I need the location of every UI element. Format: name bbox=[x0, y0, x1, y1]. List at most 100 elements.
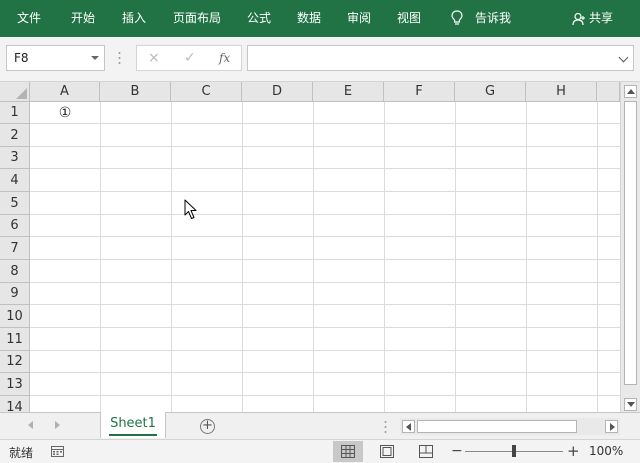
zoom-percentage[interactable]: 100% bbox=[589, 444, 623, 458]
grid-line bbox=[30, 146, 620, 147]
column-header-b[interactable]: B bbox=[100, 82, 171, 102]
macro-record-icon[interactable] bbox=[51, 446, 64, 457]
chevron-down-icon[interactable] bbox=[91, 56, 99, 60]
insert-function-icon[interactable]: fx bbox=[219, 46, 230, 70]
column-header-e[interactable]: E bbox=[313, 82, 384, 102]
column-header-f[interactable]: F bbox=[384, 82, 455, 102]
grid-line bbox=[30, 304, 620, 305]
page-break-view-button[interactable] bbox=[411, 441, 441, 462]
grid-line bbox=[30, 123, 620, 124]
row-header-9[interactable]: 9 bbox=[0, 283, 30, 305]
tab-data[interactable]: 数据 bbox=[297, 0, 321, 37]
tab-home[interactable]: 开始 bbox=[71, 0, 95, 37]
grid-line bbox=[597, 102, 598, 412]
page-layout-view-button[interactable] bbox=[372, 441, 402, 462]
column-header-d[interactable]: D bbox=[242, 82, 313, 102]
share-button[interactable]: 共享 bbox=[572, 0, 613, 37]
vertical-scroll-thumb[interactable] bbox=[624, 101, 637, 385]
grid-line bbox=[30, 191, 620, 192]
row-header-13[interactable]: 13 bbox=[0, 373, 30, 396]
tab-file[interactable]: 文件 bbox=[17, 0, 41, 37]
row-header-6[interactable]: 6 bbox=[0, 215, 30, 237]
sheet-tab-sheet1[interactable]: Sheet1 bbox=[100, 412, 166, 438]
ribbon-tab-bar: 文件 开始 插入 页面布局 公式 数据 审阅 视图 告诉我 共享 bbox=[0, 0, 640, 37]
grid-line bbox=[30, 168, 620, 169]
formula-bar: F8 × ✓ fx bbox=[0, 37, 640, 82]
row-header-5[interactable]: 5 bbox=[0, 192, 30, 215]
add-sheet-icon[interactable]: + bbox=[200, 419, 215, 434]
sheet-prev-icon[interactable] bbox=[28, 421, 33, 429]
tab-view[interactable]: 视图 bbox=[397, 0, 421, 37]
splitter-handle-icon[interactable] bbox=[384, 420, 387, 434]
grid-line bbox=[526, 102, 527, 412]
scroll-left-button[interactable] bbox=[402, 420, 415, 433]
normal-view-icon bbox=[341, 445, 355, 458]
tab-review[interactable]: 审阅 bbox=[347, 0, 371, 37]
grid-line bbox=[30, 395, 620, 396]
share-label: 共享 bbox=[589, 11, 614, 25]
name-box[interactable]: F8 bbox=[6, 45, 105, 71]
zoom-in-button[interactable]: + bbox=[567, 442, 580, 460]
user-icon bbox=[572, 12, 585, 25]
name-box-value: F8 bbox=[14, 51, 29, 65]
row-header-8[interactable]: 8 bbox=[0, 260, 30, 283]
formula-input[interactable] bbox=[247, 45, 634, 71]
horizontal-scrollbar[interactable] bbox=[400, 418, 620, 435]
sheet-tab-bar: Sheet1 + bbox=[0, 412, 640, 439]
scroll-right-button[interactable] bbox=[605, 420, 618, 433]
grid-line bbox=[171, 102, 172, 412]
grid-line bbox=[313, 102, 314, 412]
row-header-12[interactable]: 12 bbox=[0, 351, 30, 373]
tab-insert[interactable]: 插入 bbox=[122, 0, 146, 37]
column-header-h[interactable]: H bbox=[526, 82, 597, 102]
page-break-icon bbox=[419, 445, 433, 458]
scroll-up-button[interactable] bbox=[624, 85, 637, 98]
row-header-10[interactable]: 10 bbox=[0, 305, 30, 328]
grid-line bbox=[455, 102, 456, 412]
zoom-out-button[interactable]: − bbox=[451, 443, 463, 459]
formula-buttons: × ✓ fx bbox=[136, 45, 242, 71]
grid-line bbox=[100, 102, 101, 412]
row-header-1[interactable]: 1 bbox=[0, 102, 30, 124]
grid-line bbox=[30, 282, 620, 283]
row-header-11[interactable]: 11 bbox=[0, 328, 30, 351]
grid-line bbox=[30, 214, 620, 215]
sheet-next-icon[interactable] bbox=[55, 421, 60, 429]
column-header-partial[interactable] bbox=[597, 82, 620, 102]
vertical-scrollbar[interactable] bbox=[620, 82, 640, 412]
column-header-a[interactable]: A bbox=[30, 82, 100, 102]
normal-view-button[interactable] bbox=[333, 441, 363, 462]
zoom-slider-thumb[interactable] bbox=[512, 445, 516, 457]
grid-line bbox=[30, 372, 620, 373]
lightbulb-icon[interactable] bbox=[451, 10, 463, 26]
page-layout-icon bbox=[380, 445, 394, 458]
tab-page-layout[interactable]: 页面布局 bbox=[173, 0, 221, 37]
mouse-pointer-icon bbox=[184, 199, 197, 219]
grid-line bbox=[30, 236, 620, 237]
expand-chevron-icon[interactable] bbox=[618, 52, 629, 63]
row-header-7[interactable]: 7 bbox=[0, 237, 30, 260]
scroll-down-button[interactable] bbox=[624, 398, 637, 411]
column-header-g[interactable]: G bbox=[455, 82, 526, 102]
ready-status: 就绪 bbox=[9, 446, 34, 460]
row-header-4[interactable]: 4 bbox=[0, 169, 30, 192]
cancel-icon[interactable]: × bbox=[148, 46, 160, 70]
horizontal-scroll-thumb[interactable] bbox=[417, 420, 577, 433]
drag-handle-icon[interactable] bbox=[118, 51, 121, 65]
grid-line bbox=[30, 259, 620, 260]
enter-icon[interactable]: ✓ bbox=[184, 46, 196, 70]
sheet-tab-label: Sheet1 bbox=[110, 416, 156, 431]
cell-a1[interactable]: ① bbox=[30, 102, 100, 124]
grid-line bbox=[30, 350, 620, 351]
grid-line bbox=[384, 102, 385, 412]
tell-me-search[interactable]: 告诉我 bbox=[475, 0, 511, 37]
row-header-14[interactable]: 14 bbox=[0, 396, 30, 412]
worksheet-grid[interactable]: A B C D E F G H 1 2 3 4 5 6 7 8 9 10 11 … bbox=[0, 82, 620, 412]
tab-formulas[interactable]: 公式 bbox=[247, 0, 271, 37]
column-header-c[interactable]: C bbox=[171, 82, 242, 102]
row-header-2[interactable]: 2 bbox=[0, 124, 30, 147]
row-header-3[interactable]: 3 bbox=[0, 147, 30, 169]
grid-line bbox=[242, 102, 243, 412]
status-bar: 就绪 − + 100% bbox=[0, 439, 640, 463]
select-all-button[interactable] bbox=[0, 82, 30, 102]
